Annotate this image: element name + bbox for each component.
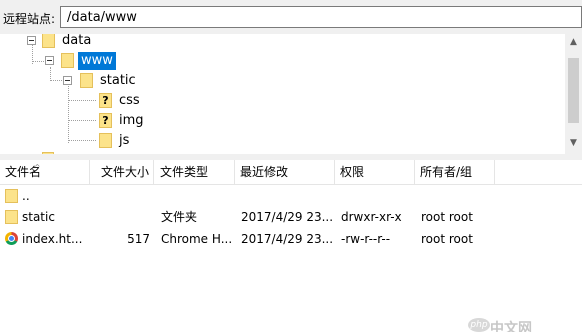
collapse-icon[interactable]	[45, 56, 54, 65]
file-name: index.ht...	[22, 232, 83, 246]
column-header-owner[interactable]: 所有者/组	[415, 160, 495, 184]
column-header-permissions[interactable]: 权限	[335, 160, 415, 184]
sort-ascending-icon: ^	[34, 163, 41, 172]
directory-tree: data www static ? css ? img js	[0, 34, 582, 154]
column-header-label: 文件大小	[100, 165, 149, 179]
file-row-index[interactable]: index.ht... 517 Chrome H... 2017/4/29 23…	[0, 228, 582, 250]
file-owner: root root	[421, 210, 473, 224]
tree-item-img[interactable]: ? img	[0, 112, 560, 132]
tree-item-label: www	[78, 52, 116, 70]
column-header-label: 权限	[340, 165, 365, 179]
scroll-thumb[interactable]	[568, 58, 579, 123]
file-size	[90, 206, 150, 228]
folder-icon	[99, 133, 112, 148]
folder-icon	[42, 34, 55, 48]
unknown-folder-icon: ?	[99, 113, 112, 128]
file-modified: 2017/4/29 23...	[241, 210, 333, 224]
tree-item-static[interactable]: static	[0, 72, 560, 92]
file-row-static[interactable]: static 文件夹 2017/4/29 23... drwxr-xr-x ro…	[0, 206, 582, 228]
tree-scrollbar[interactable]: ▲ ▼	[565, 34, 582, 154]
remote-path-input[interactable]	[60, 6, 582, 28]
tree-item-label: data	[62, 34, 92, 48]
column-header-label: 所有者/组	[420, 165, 473, 179]
folder-icon	[5, 210, 18, 224]
column-header-label: 文件类型	[160, 165, 209, 179]
watermark-badge: php	[468, 318, 490, 332]
file-name: static	[22, 210, 55, 224]
file-list-header: 文件名 ^ 文件大小 文件类型 最近修改 权限 所有者/组	[0, 160, 582, 185]
tree-item-css[interactable]: ? css	[0, 92, 560, 112]
scroll-down-icon[interactable]: ▼	[565, 135, 582, 152]
tree-item-data[interactable]: data	[0, 34, 560, 52]
file-permissions: drwxr-xr-x	[341, 210, 402, 224]
file-modified: 2017/4/29 23...	[241, 232, 333, 246]
file-row-parent[interactable]: ..	[0, 185, 582, 207]
watermark-text: 中文网	[490, 321, 532, 332]
collapse-icon[interactable]	[27, 36, 36, 45]
file-name: ..	[22, 189, 30, 203]
remote-site-bar: 远程站点:	[0, 0, 582, 34]
folder-icon	[61, 53, 74, 68]
chrome-file-icon	[5, 232, 18, 245]
file-permissions: -rw-r--r--	[341, 232, 391, 246]
file-owner: root root	[421, 232, 473, 246]
tree-item-label: js	[119, 133, 130, 148]
column-header-label: 最近修改	[240, 165, 289, 179]
tree-item-www[interactable]: www	[0, 52, 560, 72]
folder-icon	[80, 73, 93, 88]
column-header-size[interactable]: 文件大小	[90, 160, 154, 184]
column-header-name[interactable]: 文件名 ^	[0, 160, 90, 184]
file-size: 517	[127, 232, 150, 246]
remote-site-panel: 远程站点: data www static	[0, 0, 582, 332]
file-type: 文件夹	[161, 210, 198, 224]
tree-item-label: img	[119, 113, 144, 128]
folder-icon	[5, 189, 18, 203]
tree-item-js[interactable]: js	[0, 132, 560, 152]
remote-site-label: 远程站点:	[3, 12, 56, 26]
tree-item-label: static	[100, 73, 136, 88]
unknown-folder-icon: ?	[99, 93, 112, 108]
collapse-icon[interactable]	[63, 76, 72, 85]
tree-item-label: css	[119, 93, 140, 108]
file-type: Chrome H...	[161, 232, 233, 246]
column-header-type[interactable]: 文件类型	[155, 160, 235, 184]
column-header-modified[interactable]: 最近修改	[235, 160, 335, 184]
scroll-up-icon[interactable]: ▲	[565, 34, 582, 51]
